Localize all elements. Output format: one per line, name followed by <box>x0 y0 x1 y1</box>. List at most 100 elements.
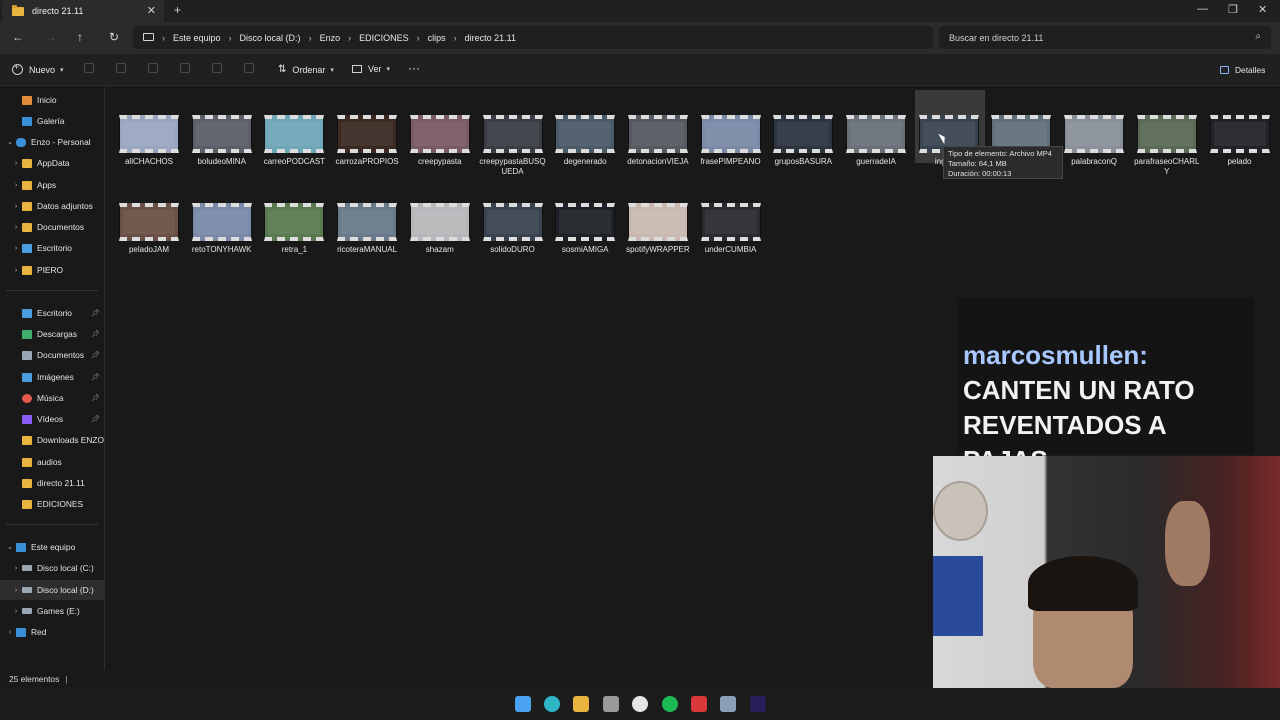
breadcrumb-este-equipo[interactable]: Este equipo <box>173 33 221 43</box>
sidebar-item-inicio[interactable]: Inicio <box>0 90 104 110</box>
file-item[interactable]: carrozaPROPIOS <box>333 115 401 167</box>
file-item[interactable]: peladoJAM <box>115 203 183 255</box>
new-button[interactable]: Nuevo ▾ <box>12 62 64 75</box>
file-item[interactable]: creepypasta <box>406 115 474 167</box>
chevron-down-icon[interactable]: ⌄ <box>4 543 16 551</box>
sidebar-item-escritorio-od[interactable]: › Escritorio <box>0 238 104 258</box>
sidebar-item-ediciones[interactable]: EDICIONES <box>0 494 104 514</box>
sidebar-item-apps[interactable]: › Apps <box>0 175 104 195</box>
sort-button[interactable]: ⇅ Ordenar ▾ <box>278 64 334 75</box>
forward-arrow-icon[interactable]: → <box>45 30 57 44</box>
file-item[interactable]: guerradeIA <box>842 115 910 167</box>
file-item[interactable]: retoTONYHAWK <box>188 203 256 255</box>
breadcrumb-disco-d[interactable]: Disco local (D:) <box>240 33 301 43</box>
file-item[interactable]: frasePIMPEANO <box>697 115 765 167</box>
back-arrow-icon[interactable]: ← <box>12 30 24 44</box>
refresh-icon[interactable]: ↻ <box>109 30 119 44</box>
file-item[interactable]: parafraseoCHARLY <box>1133 115 1201 177</box>
chevron-right-icon[interactable]: › <box>10 224 22 231</box>
sidebar-item-galeria[interactable]: Galería <box>0 111 104 131</box>
copy-icon[interactable] <box>116 63 126 73</box>
sidebar-item-audios[interactable]: audios <box>0 452 104 472</box>
chevron-right-icon[interactable]: › <box>10 608 22 615</box>
news-app-icon[interactable] <box>691 696 707 712</box>
rename-icon[interactable] <box>180 63 190 73</box>
chevron-right-icon[interactable]: › <box>10 587 22 594</box>
file-item[interactable]: palabraconQ <box>1060 115 1128 167</box>
command-bar: Nuevo ▾ ⇅ Ordenar ▾ Ver ▾ ··· <box>0 54 1280 86</box>
maximize-button[interactable]: ❐ <box>1228 3 1238 16</box>
file-explorer-icon[interactable] <box>573 696 589 712</box>
share-icon[interactable] <box>212 63 222 73</box>
sidebar-item-escritorio[interactable]: Escritorio 📌︎ <box>0 303 104 323</box>
sidebar-item-disco-c[interactable]: › Disco local (C:) <box>0 558 104 578</box>
file-item[interactable]: degenerado <box>551 115 619 167</box>
file-item[interactable]: allCHACHOS <box>115 115 183 167</box>
video-thumbnail <box>555 115 616 153</box>
sidebar-item-musica[interactable]: Música 📌︎ <box>0 388 104 408</box>
premiere-icon[interactable] <box>750 696 766 712</box>
more-options-button[interactable]: ··· <box>408 61 420 75</box>
chevron-right-icon[interactable]: › <box>10 182 22 189</box>
settings-icon[interactable] <box>720 696 736 712</box>
edge-icon[interactable] <box>544 696 560 712</box>
tab-directo[interactable]: directo 21.11 ✕ <box>2 0 164 22</box>
sidebar-item-datos-adjuntos[interactable]: › Datos adjuntos <box>0 196 104 216</box>
chevron-down-icon[interactable]: ⌄ <box>4 138 16 146</box>
sidebar-item-onedrive[interactable]: ⌄ Enzo - Personal <box>0 132 104 152</box>
chevron-right-icon[interactable]: › <box>10 565 22 572</box>
file-item[interactable]: carreoPODCAST <box>260 115 328 167</box>
file-item[interactable]: ricoteraMANUAL <box>333 203 401 255</box>
sidebar-item-red[interactable]: › Red <box>0 622 104 642</box>
start-icon[interactable] <box>515 696 531 712</box>
file-item[interactable]: solidoDURO <box>479 203 547 255</box>
chevron-right-icon[interactable]: › <box>4 629 16 636</box>
chevron-right-icon[interactable]: › <box>10 245 22 252</box>
file-item[interactable]: shazam <box>406 203 474 255</box>
sidebar-item-directo[interactable]: directo 21.11 <box>0 473 104 493</box>
close-window-button[interactable]: ✕ <box>1258 3 1267 16</box>
paste-icon[interactable] <box>148 63 158 73</box>
file-item[interactable]: retra_1 <box>260 203 328 255</box>
file-item[interactable]: underCUMBIA <box>697 203 765 255</box>
file-item[interactable]: pelado <box>1206 115 1274 167</box>
chevron-right-icon[interactable]: › <box>10 203 22 210</box>
breadcrumb-enzo[interactable]: Enzo <box>320 33 341 43</box>
sidebar-item-documentos[interactable]: Documentos 📌︎ <box>0 345 104 365</box>
view-button[interactable]: Ver ▾ <box>352 64 390 74</box>
address-bar[interactable]: › Este equipo › Disco local (D:) › Enzo … <box>133 26 933 49</box>
obs-icon[interactable] <box>632 696 648 712</box>
sidebar-item-este-equipo[interactable]: ⌄ Este equipo <box>0 537 104 557</box>
breadcrumb-clips[interactable]: clips <box>428 33 446 43</box>
cut-icon[interactable] <box>84 63 94 73</box>
sidebar-item-downloads-enzo[interactable]: Downloads ENZO <box>0 430 104 450</box>
sidebar-item-documentos-od[interactable]: › Documentos <box>0 217 104 237</box>
file-item[interactable]: detonacionVIEJA <box>624 115 692 167</box>
sidebar-item-descargas[interactable]: Descargas 📌︎ <box>0 324 104 344</box>
sidebar-item-imagenes[interactable]: Imágenes 📌︎ <box>0 367 104 387</box>
sidebar-item-appdata[interactable]: › AppData <box>0 153 104 173</box>
minimize-button[interactable]: — <box>1197 3 1208 15</box>
sidebar-item-piero[interactable]: › PIERO <box>0 260 104 280</box>
file-item[interactable]: spotifyWRAPPER <box>624 203 692 255</box>
search-input[interactable]: Buscar en directo 21.11 ⌕ <box>939 26 1271 49</box>
chevron-right-icon[interactable]: › <box>10 267 22 274</box>
file-item[interactable]: boludeoMINA <box>188 115 256 167</box>
details-button[interactable]: Detalles <box>1220 65 1265 75</box>
delete-icon[interactable] <box>244 63 254 73</box>
app-icon[interactable] <box>603 696 619 712</box>
up-arrow-icon[interactable]: ↑ <box>77 30 83 44</box>
sidebar-item-games-e[interactable]: › Games (E:) <box>0 601 104 621</box>
sidebar-item-label: Downloads ENZO <box>37 435 105 445</box>
sidebar-item-videos[interactable]: Vídeos 📌︎ <box>0 409 104 429</box>
sidebar-item-disco-d[interactable]: › Disco local (D:) <box>0 580 104 600</box>
file-item[interactable]: gruposBASURA <box>769 115 837 167</box>
chevron-right-icon[interactable]: › <box>10 160 22 167</box>
close-tab-icon[interactable]: ✕ <box>147 4 156 17</box>
new-tab-button[interactable]: + <box>174 3 181 17</box>
breadcrumb-ediciones[interactable]: EDICIONES <box>359 33 409 43</box>
file-item[interactable]: sosmiAMIGA <box>551 203 619 255</box>
spotify-icon[interactable] <box>662 696 678 712</box>
file-item[interactable]: creepypastaBUSQUEDA <box>479 115 547 177</box>
breadcrumb-directo[interactable]: directo 21.11 <box>465 33 516 43</box>
